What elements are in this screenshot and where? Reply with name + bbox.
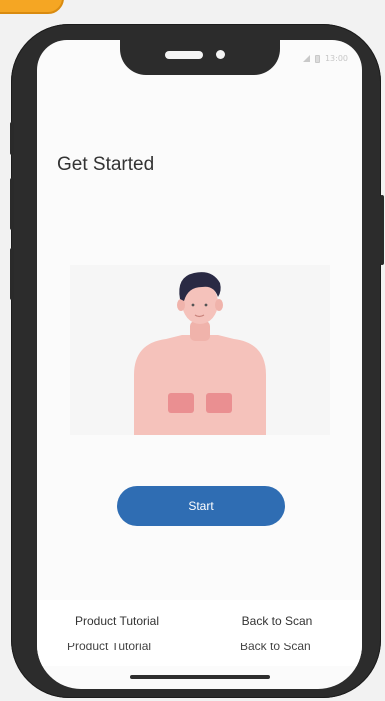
side-button-right [380,195,384,265]
notch [120,40,280,75]
side-button-left-top [10,122,14,155]
back-to-scan-ghost-label: Back to Scan [240,643,311,653]
status-bar: 13:00 [302,54,348,63]
start-button[interactable]: Start [117,486,285,526]
home-indicator[interactable] [130,675,270,679]
footer: Product Tutorial Back to Scan Product Tu… [37,600,362,666]
body-illustration [70,265,330,435]
corner-tab [0,0,64,14]
person-body-icon [134,272,266,435]
speaker [165,51,203,59]
camera [216,50,225,59]
side-button-left-middle [10,178,14,230]
signal-icon [302,55,310,62]
back-to-scan-button[interactable]: Back to Scan [217,608,337,634]
battery-icon [314,54,320,63]
side-button-left-bottom [10,248,14,300]
product-tutorial-button[interactable]: Product Tutorial [57,608,177,634]
product-tutorial-ghost-label: Product Tutorial [67,643,152,653]
phone-screen: 13:00 Get Started Start Product Tutorial [37,40,362,689]
status-time: 13:00 [324,54,348,63]
page-title: Get Started [57,154,155,175]
